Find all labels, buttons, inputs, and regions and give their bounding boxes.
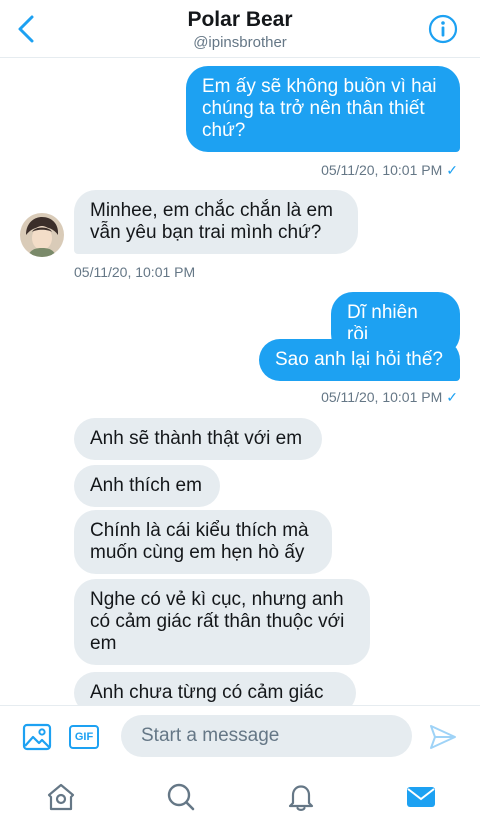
tab-messages[interactable] bbox=[405, 781, 437, 813]
message-timestamp: 05/11/20, 10:01 PM ✓ bbox=[321, 389, 458, 406]
conversation-title[interactable]: Polar Bear bbox=[0, 8, 480, 32]
conversation-header: Polar Bear @ipinsbrother bbox=[0, 0, 480, 58]
timestamp-text: 05/11/20, 10:01 PM bbox=[321, 389, 443, 405]
home-icon bbox=[47, 783, 75, 811]
info-button[interactable] bbox=[428, 14, 458, 44]
conversation-handle: @ipinsbrother bbox=[193, 34, 287, 51]
message-timestamp: 05/11/20, 10:01 PM bbox=[74, 264, 196, 280]
message-bubble-outgoing[interactable]: Sao anh lại hỏi thế? bbox=[259, 339, 460, 381]
message-bubble-incoming[interactable]: Anh thích em bbox=[74, 465, 220, 507]
add-media-button[interactable] bbox=[22, 722, 52, 752]
read-check-icon: ✓ bbox=[446, 162, 458, 178]
message-bubble-incoming[interactable]: Anh sẽ thành thật với em bbox=[74, 418, 322, 460]
bottom-navigation bbox=[0, 767, 480, 830]
message-bubble-incoming[interactable]: Anh chưa từng có cảm giác bbox=[74, 672, 356, 705]
message-bubble-incoming[interactable]: Minhee, em chắc chắn là em vẫn yêu bạn t… bbox=[74, 190, 358, 254]
message-composer: GIF bbox=[0, 705, 480, 767]
tab-notifications[interactable] bbox=[285, 781, 317, 813]
tab-search[interactable] bbox=[165, 781, 197, 813]
tab-home[interactable] bbox=[45, 781, 77, 813]
search-icon bbox=[167, 783, 195, 811]
send-button[interactable] bbox=[428, 723, 458, 751]
bell-icon bbox=[288, 785, 314, 811]
message-bubble-incoming[interactable]: Chính là cái kiểu thích mà muốn cùng em … bbox=[74, 510, 332, 574]
info-icon bbox=[428, 14, 458, 44]
read-check-icon: ✓ bbox=[446, 389, 458, 405]
image-icon bbox=[22, 723, 52, 751]
message-input[interactable] bbox=[121, 715, 412, 757]
message-bubble-outgoing[interactable]: Em ấy sẽ không buồn vì hai chúng ta trở … bbox=[186, 66, 460, 152]
avatar[interactable] bbox=[20, 213, 64, 257]
mail-icon bbox=[407, 787, 435, 807]
message-bubble-incoming[interactable]: Nghe có vẻ kì cục, nhưng anh có cảm giác… bbox=[74, 579, 370, 665]
send-icon bbox=[430, 725, 456, 749]
timestamp-text: 05/11/20, 10:01 PM bbox=[321, 162, 443, 178]
gif-button[interactable]: GIF bbox=[69, 725, 99, 749]
avatar-image-icon bbox=[20, 213, 64, 257]
message-timestamp: 05/11/20, 10:01 PM ✓ bbox=[321, 162, 458, 179]
message-thread[interactable]: Em ấy sẽ không buồn vì hai chúng ta trở … bbox=[0, 58, 480, 705]
